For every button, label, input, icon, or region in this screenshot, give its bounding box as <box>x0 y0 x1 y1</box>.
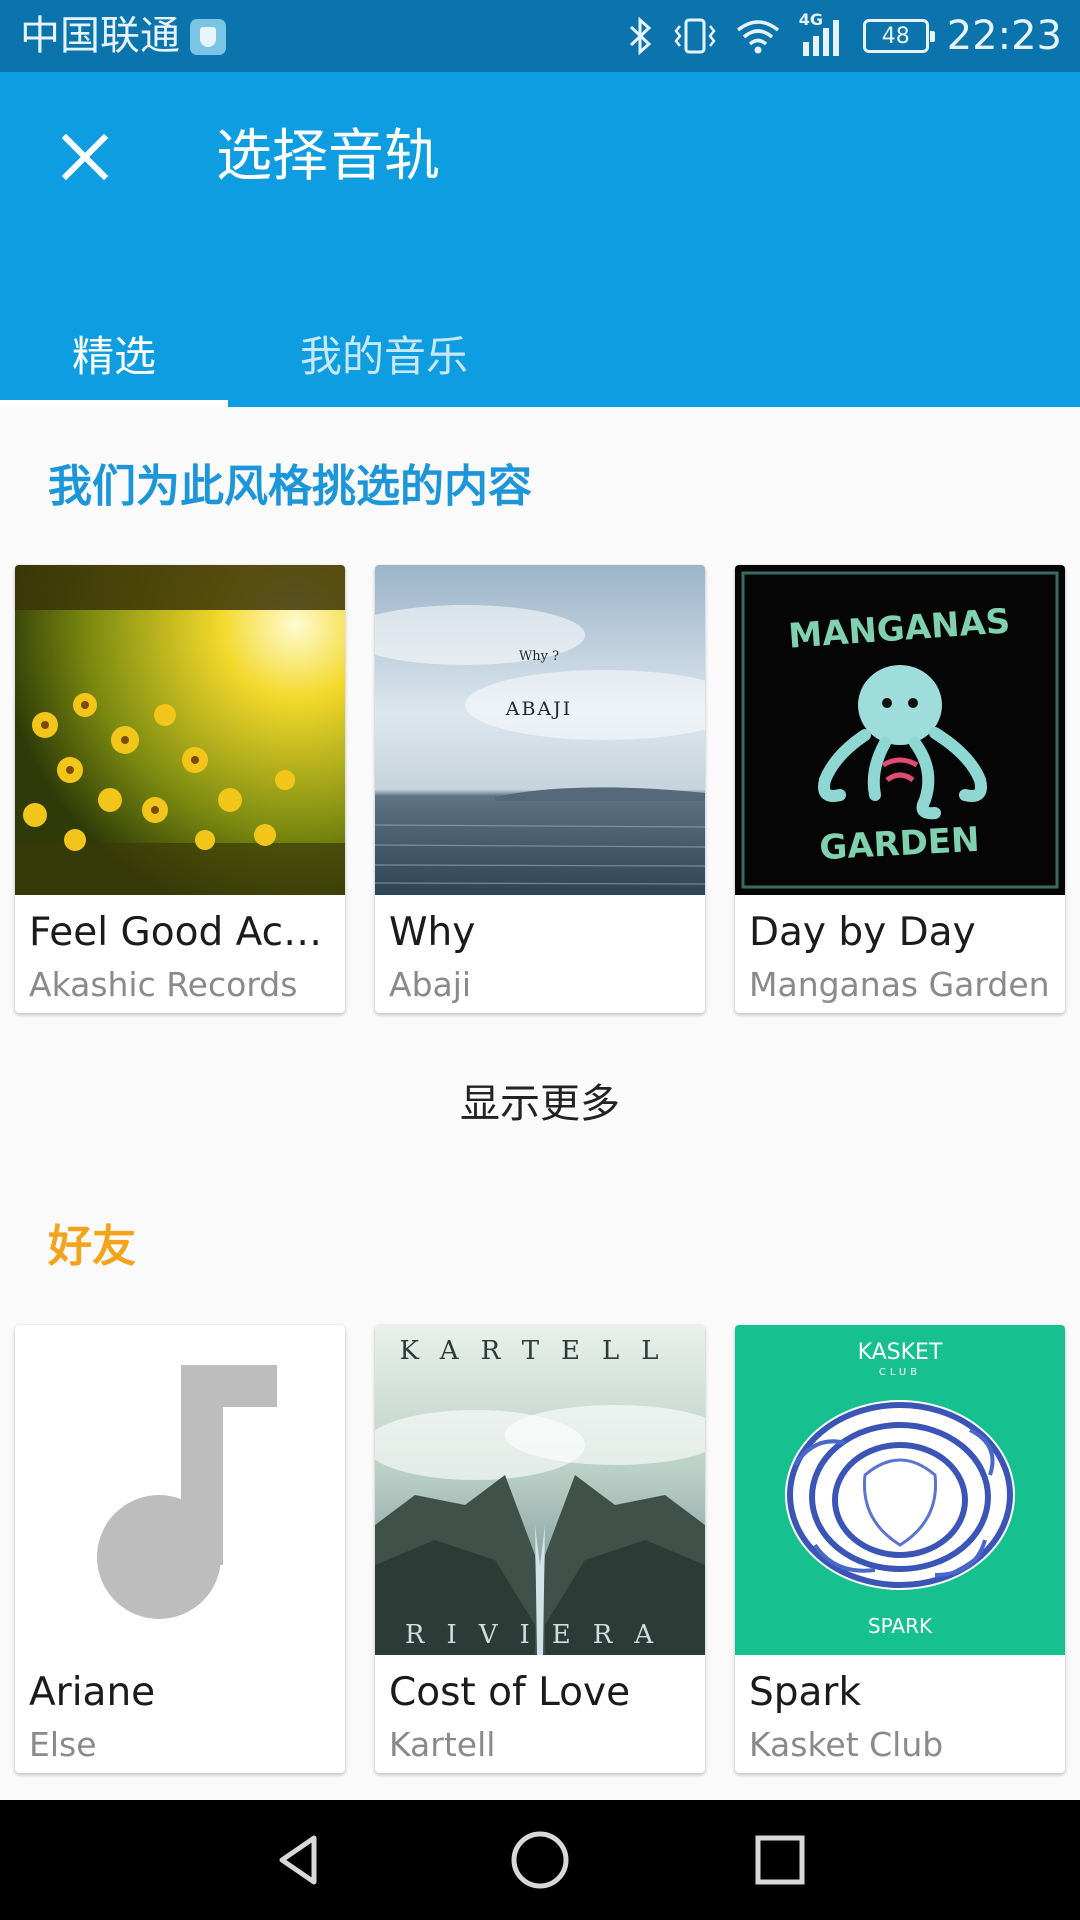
cover-text-club: CLUB <box>879 1367 921 1378</box>
album-cover <box>15 1325 345 1655</box>
album-cover <box>15 565 345 895</box>
home-circle-icon <box>511 1831 569 1889</box>
cover-text-riviera: RIVIERA <box>405 1620 675 1650</box>
app-bar: 选择音轨 精选 我的音乐 <box>0 72 1080 407</box>
track-artist: Abaji <box>389 965 472 1004</box>
album-cover: KASKET CLUB SPARK <box>735 1325 1065 1655</box>
clock: 22:23 <box>946 13 1062 59</box>
tab-featured[interactable]: 精选 <box>0 300 228 407</box>
close-button[interactable] <box>40 112 130 202</box>
track-card[interactable]: KARTELL RIVIERA Cost of Love Kartell <box>375 1325 705 1773</box>
cover-text-abaji: ABAJI <box>505 698 573 720</box>
track-artist: Manganas Garden <box>749 965 1050 1004</box>
close-icon <box>62 134 108 180</box>
track-title: Feel Good Acou... <box>29 910 339 955</box>
album-cover: MANGANAS GARDEN <box>735 565 1065 895</box>
cover-text-kasket: KASKET <box>858 1340 943 1365</box>
track-title: Cost of Love <box>389 1670 631 1715</box>
music-note-icon <box>15 1325 345 1655</box>
navigation-bar <box>0 1800 1080 1920</box>
track-card[interactable]: Why ? ABAJI Why Abaji <box>375 565 705 1013</box>
tab-bar: 精选 我的音乐 <box>0 300 1080 407</box>
recents-button[interactable] <box>740 1820 820 1900</box>
back-triangle-icon <box>279 1835 317 1885</box>
cover-text-kartell: KARTELL <box>399 1336 680 1366</box>
status-bar: 中国联通 4G 48 22:23 <box>0 0 1080 72</box>
recents-square-icon <box>755 1835 805 1885</box>
friends-heading: 好友 <box>48 1221 136 1272</box>
show-more-button[interactable]: 显示更多 <box>340 1060 740 1140</box>
cover-text-spark: SPARK <box>868 1614 933 1638</box>
vpn-shield-icon <box>190 19 226 55</box>
tab-indicator <box>0 400 228 407</box>
carrier-name: 中国联通 <box>20 13 180 59</box>
track-artist: Kartell <box>389 1725 496 1764</box>
battery-icon: 48 <box>862 19 935 53</box>
track-title: Ariane <box>29 1670 156 1715</box>
track-card[interactable]: Feel Good Acou... Akashic Records <box>15 565 345 1013</box>
wifi-icon <box>736 20 779 54</box>
cover-text-why: Why ? <box>519 649 559 664</box>
featured-heading: 我们为此风格挑选的内容 <box>48 461 532 512</box>
page-title: 选择音轨 <box>216 124 440 189</box>
tab-my-music[interactable]: 我的音乐 <box>228 300 540 407</box>
album-cover: Why ? ABAJI <box>375 565 705 895</box>
track-title: Spark <box>749 1670 862 1715</box>
track-card[interactable]: Ariane Else <box>15 1325 345 1773</box>
home-button[interactable] <box>500 1820 580 1900</box>
album-cover: KARTELL RIVIERA <box>375 1325 705 1655</box>
battery-level: 48 <box>881 23 910 49</box>
track-card[interactable]: KASKET CLUB SPARK Spark Kasket Club <box>735 1325 1065 1773</box>
track-artist: Kasket Club <box>749 1725 944 1764</box>
track-card[interactable]: MANGANAS GARDEN Day by Day Manganas Gard… <box>735 565 1065 1013</box>
vibrate-icon <box>674 18 716 54</box>
track-title: Day by Day <box>749 910 976 955</box>
back-button[interactable] <box>260 1820 340 1900</box>
cover-text-garden: GARDEN <box>818 820 980 868</box>
track-artist: Else <box>29 1725 97 1764</box>
track-artist: Akashic Records <box>29 965 298 1004</box>
track-title: Why <box>389 910 476 955</box>
status-icons: 4G 48 22:23 <box>627 0 1062 72</box>
bluetooth-icon <box>629 16 651 56</box>
signal-icon: 4G <box>799 10 845 60</box>
